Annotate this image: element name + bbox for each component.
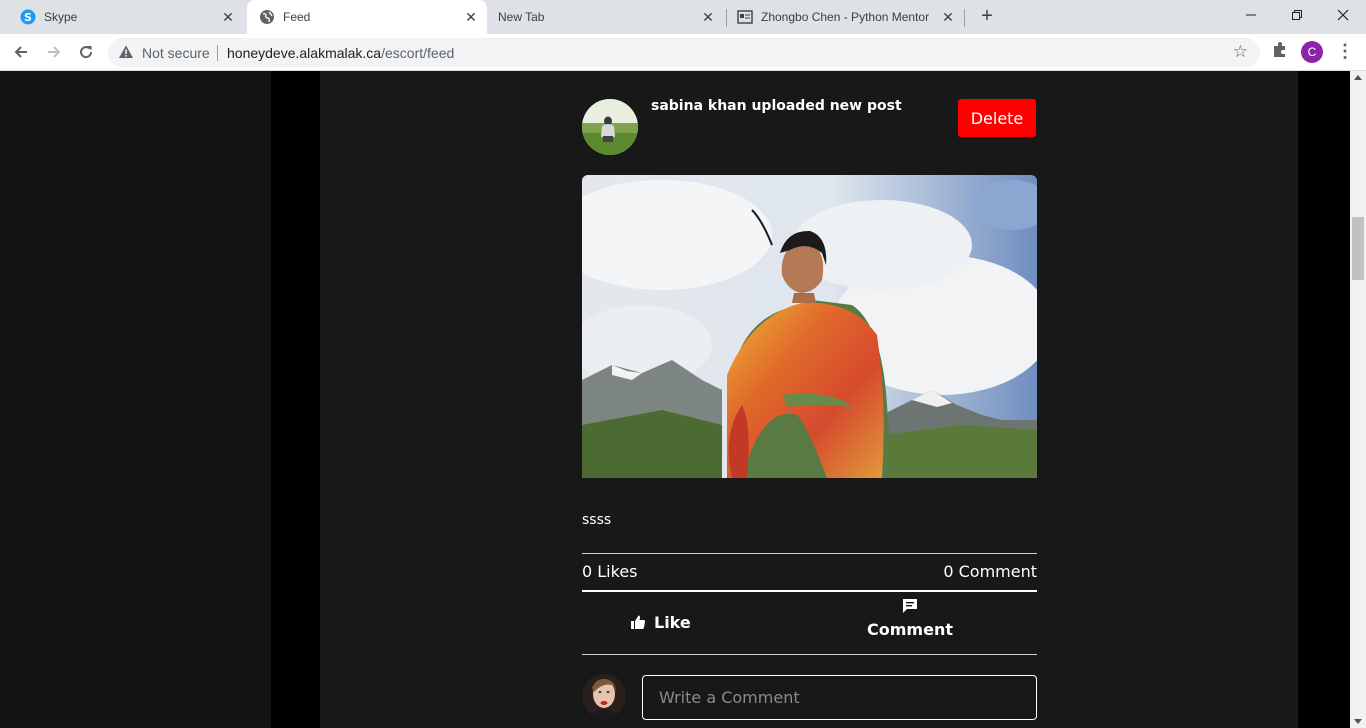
left-gutter [271, 71, 320, 728]
profile-avatar[interactable]: C [1301, 41, 1323, 63]
right-gutter [1298, 71, 1350, 728]
url-host: honeydeve.alakmalak.ca [227, 45, 382, 61]
tab-label: Feed [283, 10, 311, 24]
back-button[interactable] [9, 40, 33, 64]
user-photo [582, 674, 626, 718]
divider [582, 553, 1037, 554]
svg-text:S: S [24, 11, 32, 24]
divider [582, 590, 1037, 592]
tab-zhongbo[interactable]: Zhongbo Chen - Python Mentor ✕ [728, 0, 964, 34]
left-panel [0, 71, 271, 728]
bookmark-star-icon[interactable]: ☆ [1233, 43, 1248, 61]
author-photo [582, 99, 638, 155]
post-image[interactable] [582, 175, 1037, 478]
close-icon[interactable]: ✕ [463, 9, 479, 25]
post-caption: ssss [582, 512, 612, 528]
comment-button[interactable]: Comment [850, 598, 970, 648]
delete-button[interactable]: Delete [958, 99, 1036, 137]
menu-kebab-icon[interactable]: ⋮ [1336, 41, 1354, 63]
reload-button[interactable] [74, 40, 98, 64]
post-photo [582, 175, 1037, 478]
likes-count[interactable]: 0 Likes [582, 562, 638, 581]
tab-label: Skype [44, 10, 78, 24]
forward-button[interactable] [42, 40, 66, 64]
like-label: Like [654, 612, 691, 632]
arrow-right-icon [48, 46, 61, 58]
close-icon[interactable]: ✕ [220, 9, 236, 25]
comments-count[interactable]: 0 Comment [943, 562, 1037, 581]
current-user-avatar[interactable] [582, 674, 626, 718]
url-text[interactable]: honeydeve.alakmalak.ca/escort/feed [227, 45, 454, 61]
tab-skype[interactable]: S Skype ✕ [12, 0, 244, 34]
divider [217, 45, 218, 61]
restore-button[interactable] [1274, 0, 1320, 30]
restore-icon [1292, 10, 1302, 20]
comment-icon [903, 599, 917, 613]
globe-icon [259, 9, 275, 25]
tab-label: New Tab [498, 10, 545, 24]
scroll-down-arrow-icon[interactable] [1354, 719, 1362, 724]
warning-icon[interactable] [118, 44, 134, 60]
like-button[interactable]: Like [630, 610, 691, 634]
security-label[interactable]: Not secure [142, 45, 210, 61]
scroll-up-arrow-icon[interactable] [1354, 75, 1362, 80]
minimize-button[interactable] [1228, 0, 1274, 30]
tab-separator [726, 9, 727, 27]
tab-new-tab[interactable]: New Tab ✕ [490, 0, 724, 34]
browser-toolbar: Not secure honeydeve.alakmalak.ca/escort… [0, 34, 1366, 71]
scrollbar-thumb[interactable] [1352, 217, 1364, 280]
extensions-puzzle-icon[interactable] [1270, 40, 1290, 60]
comment-label: Comment [867, 620, 953, 639]
reload-icon [80, 46, 93, 59]
page-viewport: sabina khan uploaded new post Delete sss… [0, 71, 1366, 728]
comment-input[interactable] [642, 675, 1037, 720]
url-path: /escort/feed [381, 45, 455, 61]
thumbs-up-icon [631, 615, 646, 629]
tab-strip: S Skype ✕ Feed ✕ New Tab ✕ Zhongbo Chen … [0, 0, 1366, 34]
minimize-icon [1246, 14, 1256, 16]
close-icon [1337, 9, 1349, 21]
arrow-left-icon [14, 46, 27, 58]
divider [582, 654, 1037, 655]
tab-label: Zhongbo Chen - Python Mentor [761, 10, 930, 24]
profile-initial: C [1307, 45, 1317, 59]
page-icon [737, 9, 753, 25]
close-icon[interactable]: ✕ [700, 9, 716, 25]
close-icon[interactable]: ✕ [940, 9, 956, 25]
skype-icon: S [20, 9, 36, 25]
close-window-button[interactable] [1320, 0, 1366, 30]
page-scrollbar[interactable] [1350, 71, 1366, 728]
tab-feed[interactable]: Feed ✕ [247, 0, 487, 34]
author-avatar[interactable] [582, 99, 638, 155]
address-bar[interactable]: Not secure honeydeve.alakmalak.ca/escort… [108, 38, 1260, 67]
post-author-line: sabina khan uploaded new post [651, 98, 902, 114]
new-tab-button[interactable]: + [976, 6, 998, 28]
tab-separator [964, 9, 965, 27]
